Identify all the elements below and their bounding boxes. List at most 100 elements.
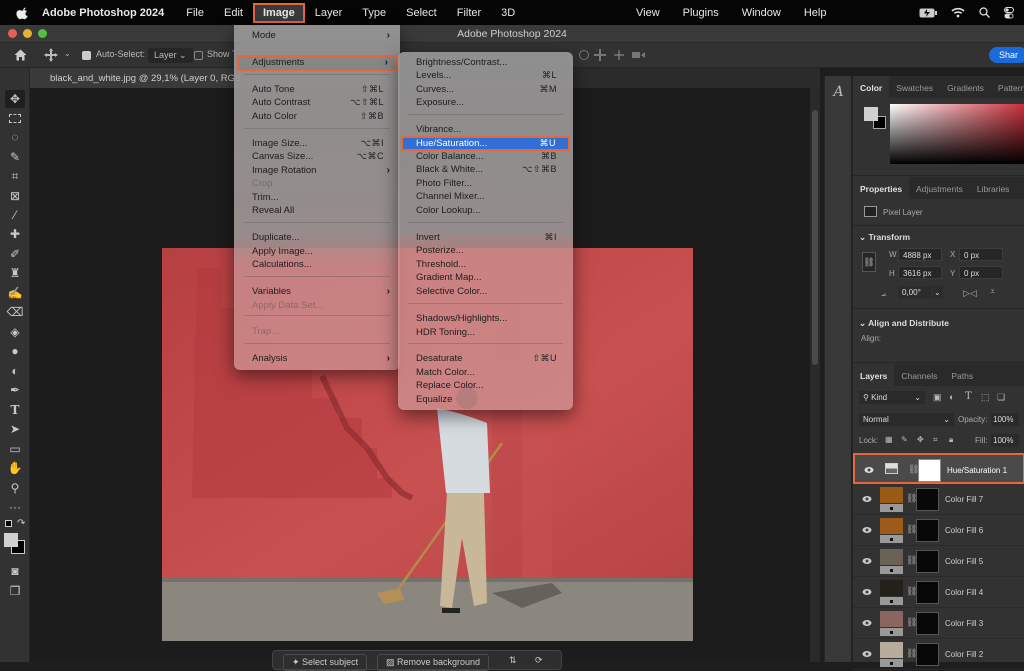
layer-row[interactable]: ⛓ Color Fill 5 [853,546,1024,577]
document-tab[interactable]: black_and_white.jpg @ 29,1% (Layer 0, RG… [30,68,240,88]
visibility-eye-icon[interactable] [862,526,872,534]
layer-mask-thumbnail[interactable] [918,459,941,482]
select-subject-button[interactable]: ✦ Select subject [283,654,368,671]
layer-name[interactable]: Color Fill 5 [945,557,983,566]
rectangle-tool-icon[interactable]: ▭ [5,440,25,458]
layer-row[interactable]: ⛓ Color Fill 4 [853,577,1024,608]
scrollbar-thumb[interactable] [812,110,818,365]
menu-help[interactable]: Help [804,4,827,22]
angle-field[interactable]: 0,00° [898,286,932,299]
screen-mode-icon[interactable]: ❐ [5,582,25,600]
adjustments-menu-item-vibrance[interactable]: Vibrance... [398,123,573,137]
more-options-icon[interactable]: ⟳ [535,655,543,666]
adjustments-menu-item-photo-filter[interactable]: Photo Filter... [398,177,573,191]
paint-bucket-tool-icon[interactable]: ◈ [5,323,25,341]
layer-row[interactable]: ⛓ Color Fill 2 [853,639,1024,670]
visibility-eye-icon[interactable] [862,650,872,658]
image-menu-item-mode[interactable]: Mode › [234,29,400,43]
menu-select[interactable]: Select [406,4,437,22]
image-menu-item-reveal-all[interactable]: Reveal All [234,204,400,218]
adjustments-menu-item-posterize[interactable]: Posterize... [398,244,573,258]
clone-stamp-tool-icon[interactable]: ♜ [5,264,25,282]
layer-row-hue-saturation[interactable]: ⛓ Hue/Saturation 1 [853,453,1024,484]
zoom-tool-icon[interactable]: ⚲ [5,479,25,497]
align-distribute-heading[interactable]: ⌄ Align and Distribute [859,318,949,329]
image-menu-item-apply-image[interactable]: Apply Image... [234,245,400,259]
move-tool-icon[interactable] [44,48,58,62]
path-selection-tool-icon[interactable]: ➤ [5,420,25,438]
remove-background-button[interactable]: ▨ Remove background [377,654,490,671]
3d-camera-icon[interactable] [632,50,646,60]
adjustments-menu-item-selective-color[interactable]: Selective Color... [398,285,573,299]
visibility-eye-icon[interactable] [862,557,872,565]
adjustments-menu-item-replace-color[interactable]: Replace Color... [398,379,573,393]
healing-brush-tool-icon[interactable]: ✚ [5,225,25,243]
fill-field[interactable]: 100% [991,434,1019,447]
type-tool-icon[interactable]: T [5,401,25,419]
image-menu-item-auto-tone[interactable]: Auto Tone ⇧⌘L [234,83,400,97]
layer-row[interactable]: ⛓ Color Fill 6 [853,515,1024,546]
eyedropper-tool-icon[interactable]: ⁄ [5,206,25,224]
visibility-eye-icon[interactable] [864,466,874,474]
menu-window[interactable]: Window [742,4,781,22]
opacity-field[interactable]: 100% [991,413,1019,426]
adjustments-menu-item-curves[interactable]: Curves... ⌘M [398,83,573,97]
y-position-field[interactable]: 0 px [959,266,1003,279]
tab-channels[interactable]: Channels [894,364,944,386]
layer-fill-thumbnail[interactable] [880,580,903,605]
pen-tool-icon[interactable]: ✒ [5,381,25,399]
quick-mask-icon[interactable]: ◙ [5,562,25,580]
layer-name[interactable]: Color Fill 4 [945,588,983,597]
adjustments-menu-item-color-lookup[interactable]: Color Lookup... [398,204,573,218]
adjustments-menu-item-levels[interactable]: Levels... ⌘L [398,69,573,83]
more-tools-icon[interactable]: ··· [5,498,25,516]
image-menu-item-auto-color[interactable]: Auto Color ⇧⌘B [234,110,400,124]
3d-orbit-icon[interactable] [578,49,590,61]
adjustments-menu-item-channel-mixer[interactable]: Channel Mixer... [398,190,573,204]
menu-type[interactable]: Type [362,4,386,22]
image-menu-item-image-size[interactable]: Image Size... ⌥⌘I [234,137,400,151]
control-center-icon[interactable] [1004,6,1014,19]
filter-smart-object-icon[interactable]: ❏ [997,392,1005,403]
lock-position-icon[interactable]: ✥ [917,435,924,444]
adjustments-menu-item-invert[interactable]: Invert ⌘I [398,231,573,245]
blend-mode-dropdown[interactable]: Normal ⌄ [859,413,954,426]
swap-colors-icon[interactable]: ↷ [17,518,25,529]
layer-fill-thumbnail[interactable] [880,518,903,543]
layer-mask-thumbnail[interactable] [916,581,939,604]
tab-layers[interactable]: Layers [853,364,895,386]
image-menu-item-variables[interactable]: Variables › [234,285,400,299]
image-menu-item-auto-contrast[interactable]: Auto Contrast ⌥⇧⌘L [234,96,400,110]
image-menu-item-duplicate[interactable]: Duplicate... [234,231,400,245]
menu-image[interactable]: Image [252,2,305,23]
dodge-tool-icon[interactable]: ◐ [5,362,25,380]
layer-name[interactable]: Color Fill 7 [945,495,983,504]
foreground-color-swatch[interactable] [4,533,18,547]
layer-row[interactable]: ⛓ Color Fill 7 [853,484,1024,515]
filter-shape-icon[interactable]: ⬚ [981,392,990,403]
menu-file[interactable]: File [186,4,204,22]
color-picker-field[interactable] [890,104,1024,164]
adjustments-menu-item-equalize[interactable]: Equalize [398,393,573,407]
menu-layer[interactable]: Layer [315,4,343,22]
auto-select-target-dropdown[interactable]: Layer ⌄ [148,48,193,63]
menu-edit[interactable]: Edit [224,4,243,22]
adjustments-menu-item-threshold[interactable]: Threshold... [398,258,573,272]
3d-pan-icon[interactable] [594,49,606,61]
default-colors-icon[interactable] [5,520,12,527]
frame-tool-icon[interactable]: ⊠ [5,187,25,205]
battery-icon[interactable] [919,8,937,18]
adjustments-menu-item-hdr-toning[interactable]: HDR Toning... [398,326,573,340]
link-dimensions-icon[interactable]: ⛓ [862,252,876,272]
eraser-tool-icon[interactable]: ⌫ [5,303,25,321]
layer-name[interactable]: Color Fill 6 [945,526,983,535]
adjustments-menu-item-hue-saturation[interactable]: Hue/Saturation... ⌘U [401,136,570,151]
menu-plugins[interactable]: Plugins [683,4,719,22]
layer-fill-thumbnail[interactable] [880,549,903,574]
history-brush-tool-icon[interactable]: ✍ [5,284,25,302]
lock-transparent-pixels-icon[interactable]: ▦ [885,435,893,444]
image-menu-item-adjustments[interactable]: Adjustments › [237,55,397,71]
image-menu-item-canvas-size[interactable]: Canvas Size... ⌥⌘C [234,150,400,164]
adjustments-menu-item-black-white[interactable]: Black & White... ⌥⇧⌘B [398,163,573,177]
show-transform-checkbox[interactable] [194,51,203,60]
